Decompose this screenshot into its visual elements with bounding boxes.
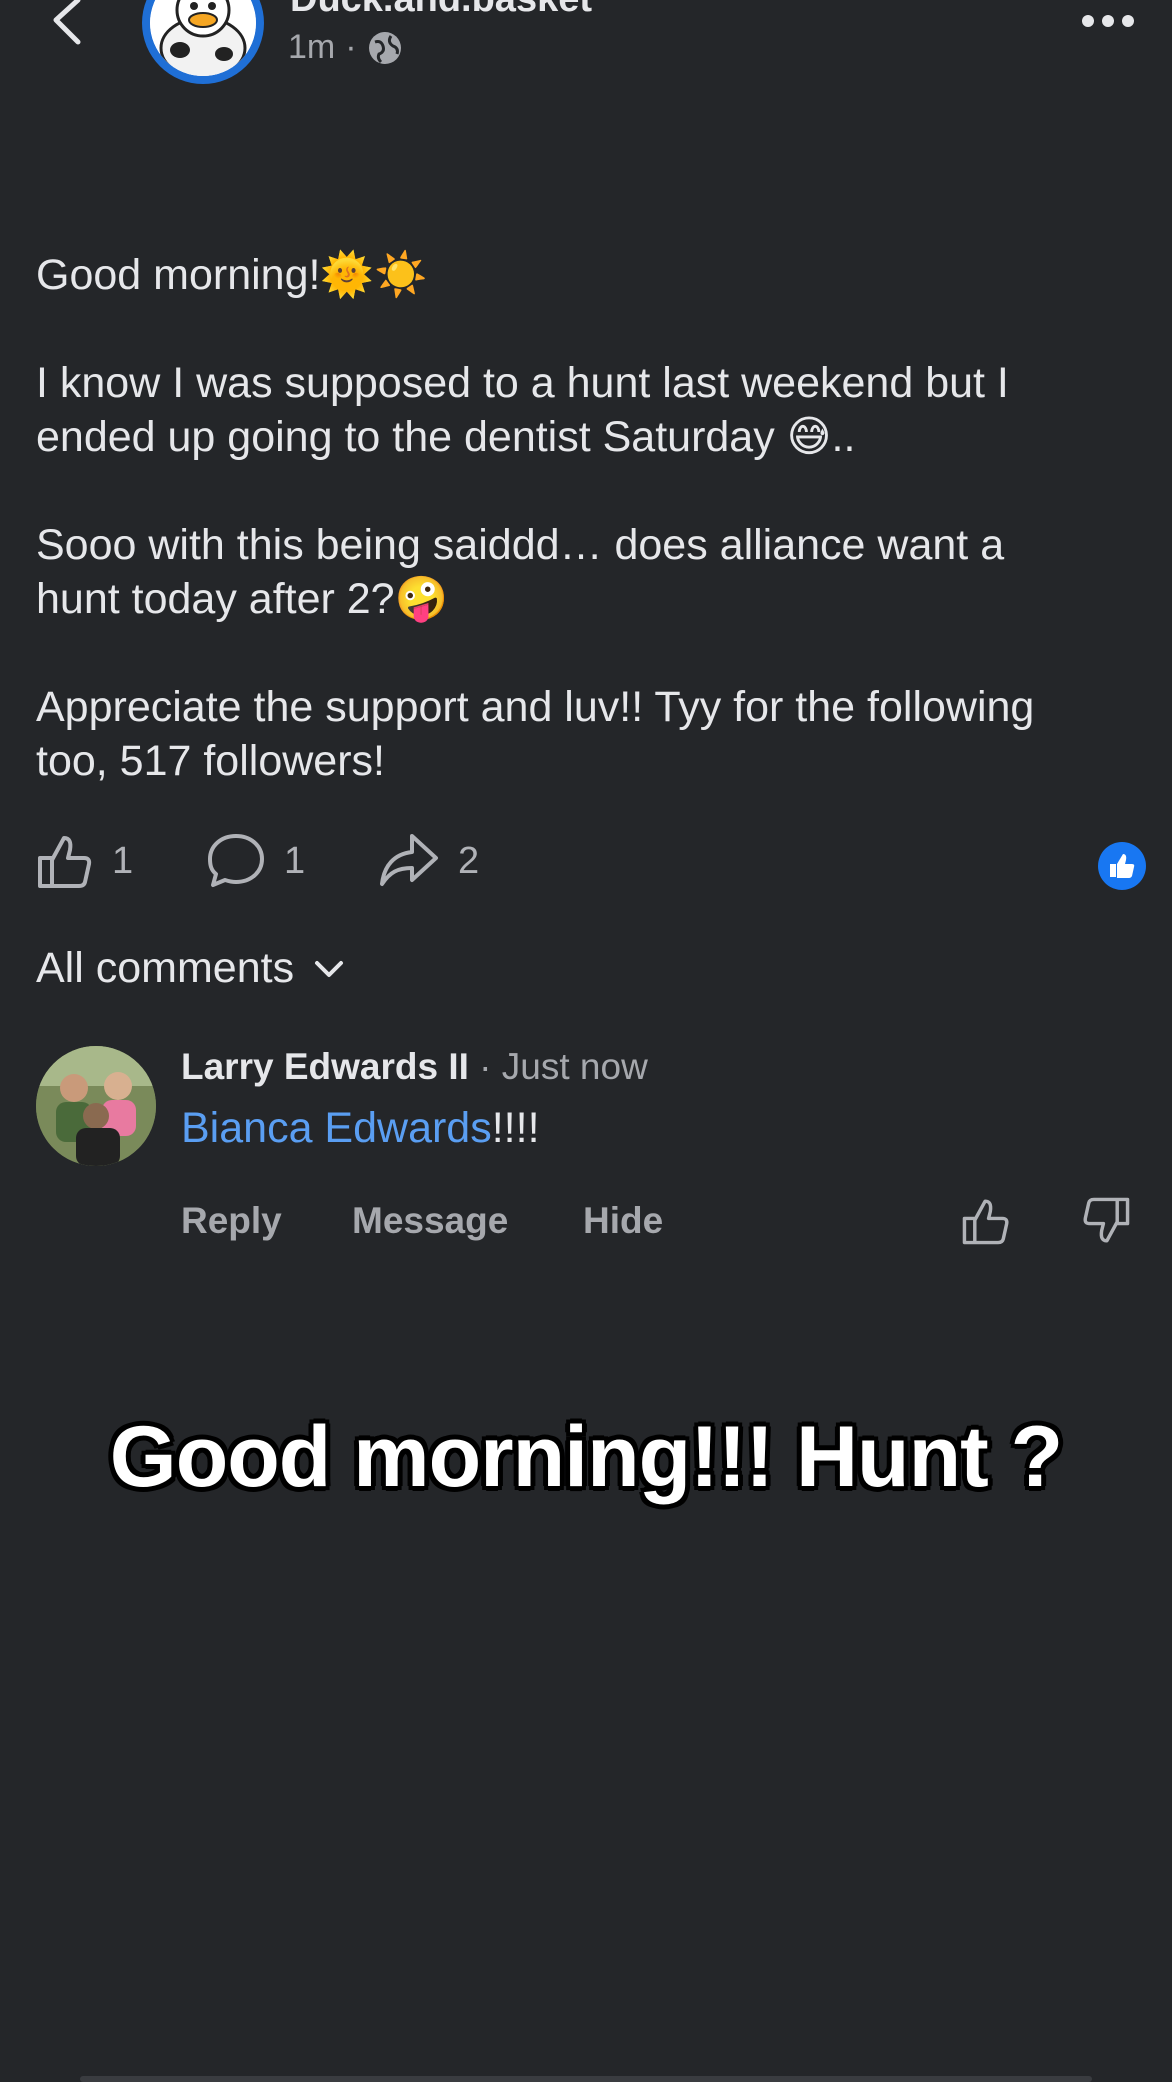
more-horizontal-icon	[1082, 15, 1134, 27]
video-caption-overlay: Good morning!!! Hunt ?	[109, 1409, 1063, 1505]
comment-body: Bianca Edwards!!!!	[181, 1104, 540, 1153]
like-count: 1	[112, 839, 134, 882]
post-actions: 1 1 2	[36, 832, 1146, 898]
like-button[interactable]: 1	[36, 832, 133, 890]
reply-button[interactable]: Reply	[181, 1200, 282, 1242]
post-paragraph: Appreciate the support and luv!! Tyy for…	[36, 683, 1035, 785]
comment-button[interactable]: 1	[206, 832, 305, 890]
message-button[interactable]: Message	[352, 1200, 508, 1242]
meta-separator: ·	[345, 28, 357, 66]
like-reaction-badge[interactable]	[1098, 842, 1146, 890]
comment-header: Larry Edwards II · Just now	[181, 1046, 648, 1088]
comment-actions: Reply Message Hide	[181, 1197, 1141, 1260]
comment-author[interactable]: Larry Edwards II	[181, 1046, 469, 1087]
thumbs-up-icon	[38, 836, 92, 888]
post-detail-screen: Duck.and.basket 1m · Good morning!🌞☀️ I …	[0, 0, 1172, 2082]
commenter-avatar[interactable]	[36, 1046, 156, 1166]
thumbs-down-icon	[1083, 1197, 1130, 1243]
share-arrow-icon	[380, 834, 438, 886]
comments-header-label: All comments	[36, 944, 295, 992]
hide-button[interactable]: Hide	[583, 1200, 663, 1242]
share-button[interactable]: 2	[378, 832, 479, 890]
profile-photo-icon	[36, 1046, 156, 1166]
more-options-button[interactable]	[1080, 6, 1136, 36]
comment-text: !!!!	[491, 1104, 540, 1152]
home-indicator[interactable]	[80, 2076, 1092, 2082]
page-name[interactable]: Duck.and.basket	[290, 0, 592, 21]
share-count: 2	[458, 839, 480, 882]
duck-logo-icon	[150, 0, 256, 76]
back-button[interactable]	[46, 0, 86, 50]
comment-count: 1	[284, 839, 306, 882]
post-paragraph: Sooo with this being saiddd… does allian…	[36, 521, 1005, 623]
thumbs-up-icon	[962, 1199, 1009, 1245]
comment-time: · Just now	[468, 1046, 648, 1087]
post-meta: 1m ·	[288, 28, 403, 67]
chevron-down-icon	[315, 960, 344, 977]
post-timestamp: 1m	[288, 28, 336, 66]
post-paragraph: Good morning!🌞☀️	[36, 251, 428, 299]
post-paragraph: I know I was supposed to a hunt last wee…	[36, 359, 1009, 461]
comment-downvote-button[interactable]	[1081, 1196, 1131, 1255]
post-body: Good morning!🌞☀️ I know I was supposed t…	[36, 248, 1146, 842]
thumbs-up-filled-icon	[1110, 854, 1135, 878]
comment-upvote-button[interactable]	[961, 1196, 1011, 1255]
comment-bubble-icon	[208, 834, 264, 887]
globe-icon	[368, 31, 401, 64]
page-avatar[interactable]	[142, 0, 264, 84]
comments-sort-dropdown[interactable]: All comments	[36, 944, 344, 993]
chevron-left-icon	[53, 0, 81, 45]
comment-mention-link[interactable]: Bianca Edwards	[181, 1104, 492, 1152]
